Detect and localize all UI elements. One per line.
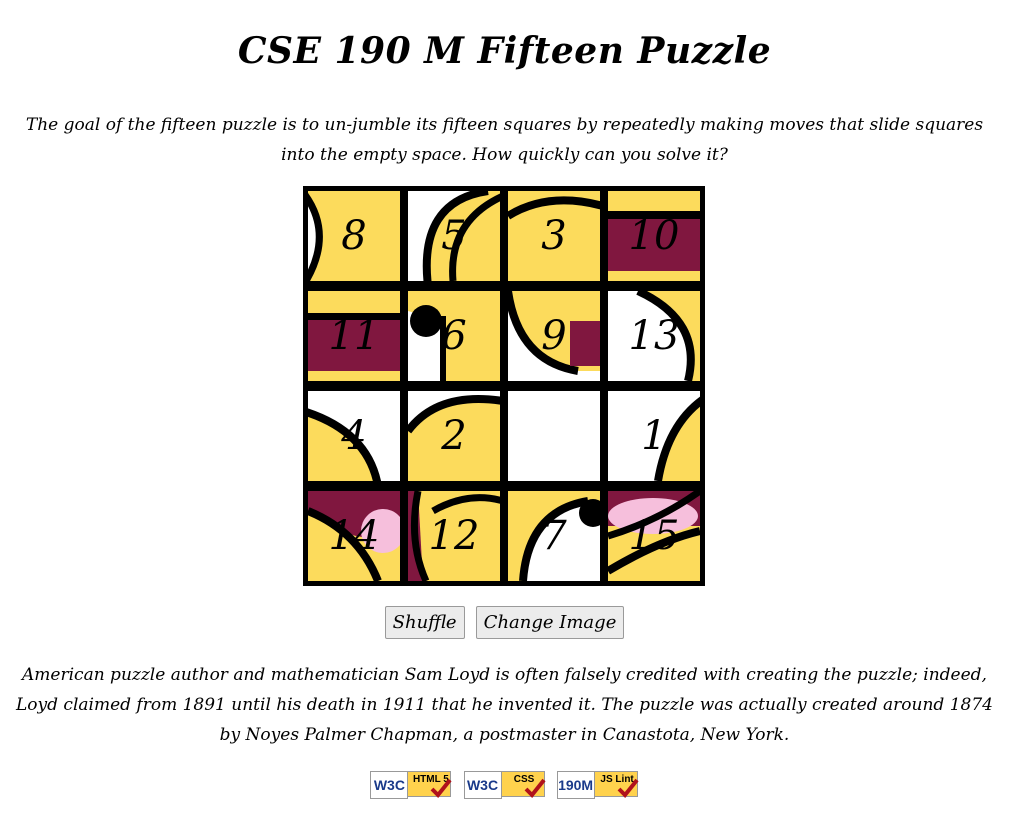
tile-number: 5 <box>441 213 467 259</box>
badge-2[interactable]: 190M JS Lint <box>555 768 641 800</box>
puzzle-tile-2[interactable]: 2 <box>405 388 503 484</box>
puzzle-tile-7[interactable]: 7 <box>505 488 603 584</box>
badge-left-0: W3C <box>370 771 409 799</box>
tile-number: 2 <box>441 413 467 459</box>
puzzle-tile-9[interactable]: 9 <box>505 288 603 384</box>
badge-0[interactable]: W3C HTML 5 <box>368 768 454 800</box>
validator-badges: W3C HTML 5 W3C CSS 190M JS Lint <box>0 768 1009 800</box>
badge-left-1: W3C <box>463 771 502 799</box>
checkmark-icon <box>430 778 452 798</box>
change-image-button[interactable]: Change Image <box>475 606 625 639</box>
tile-number: 6 <box>441 313 467 359</box>
puzzle-tile-6[interactable]: 6 <box>405 288 503 384</box>
tile-number: 1 <box>641 413 667 459</box>
puzzle-tile-11[interactable]: 11 <box>305 288 403 384</box>
page-title: CSE 190 M Fifteen Puzzle <box>237 30 772 72</box>
tile-number: 10 <box>628 213 680 259</box>
tile-number: 12 <box>428 513 480 559</box>
puzzle-tile-15[interactable]: 15 <box>605 488 703 584</box>
badge-1[interactable]: W3C CSS <box>462 768 548 800</box>
badge-left-2: 190M <box>556 771 595 799</box>
tile-number: 4 <box>341 413 367 459</box>
puzzle-tile-4[interactable]: 4 <box>305 388 403 484</box>
puzzle-tile-8[interactable]: 8 <box>305 188 403 284</box>
controls: Shuffle Change Image <box>0 606 1009 639</box>
puzzle-tile-14[interactable]: 14 <box>305 488 403 584</box>
puzzle-tile-13[interactable]: 13 <box>605 288 703 384</box>
tile-number: 9 <box>541 313 567 359</box>
tile-number: 3 <box>541 213 567 259</box>
tile-number: 13 <box>628 313 680 359</box>
puzzle-board: 8 5 3 10 11 6 9 13 4 2 1 14 12 7 15 <box>303 186 705 586</box>
puzzle-tile-12[interactable]: 12 <box>405 488 503 584</box>
puzzle-tile-5[interactable]: 5 <box>405 188 503 284</box>
tile-number: 11 <box>328 313 380 359</box>
empty-square <box>508 391 600 481</box>
puzzle-tile-1[interactable]: 1 <box>605 388 703 484</box>
puzzle-tile-3[interactable]: 3 <box>505 188 603 284</box>
tile-number: 14 <box>328 513 380 559</box>
history-text: American puzzle author and mathematician… <box>16 665 993 745</box>
tile-number: 7 <box>541 513 567 559</box>
intro-text: The goal of the fifteen puzzle is to un-… <box>25 115 984 165</box>
checkmark-icon <box>524 778 546 798</box>
puzzle-tile-10[interactable]: 10 <box>605 188 703 284</box>
shuffle-button[interactable]: Shuffle <box>384 606 465 639</box>
tile-number: 8 <box>341 213 367 259</box>
tile-number: 15 <box>628 513 680 559</box>
checkmark-icon <box>617 778 639 798</box>
